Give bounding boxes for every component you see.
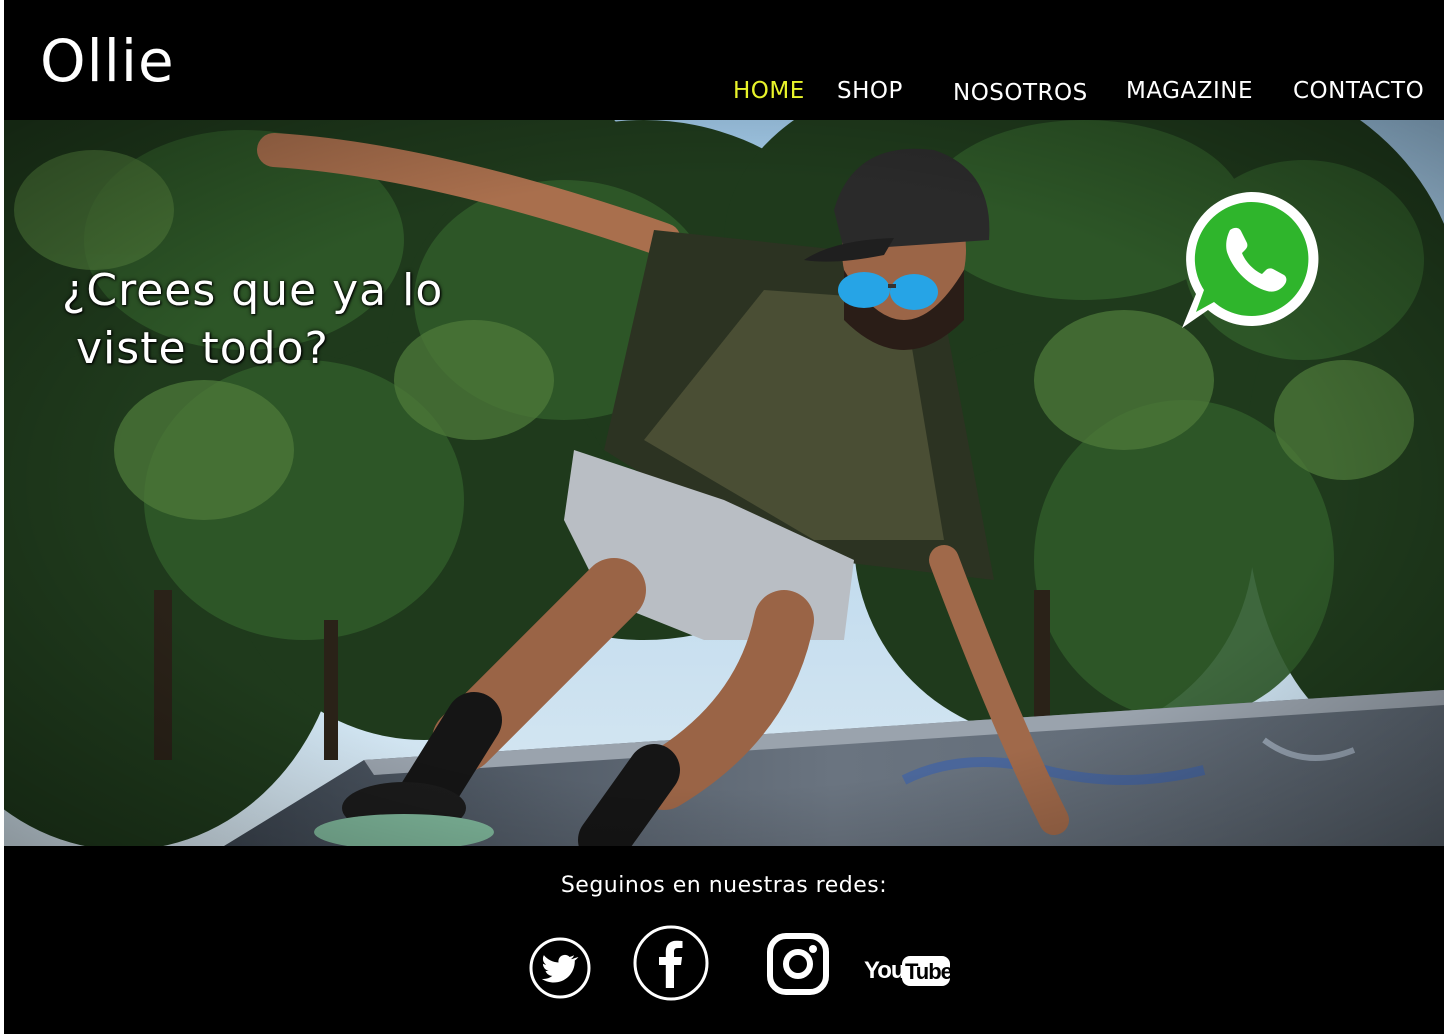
- hero-headline-line1: ¿Crees que ya lo: [62, 265, 444, 316]
- nav-nosotros[interactable]: NOSOTROS: [953, 78, 1088, 108]
- main-nav: HOME SHOP NOSOTROS MAGAZINE CONTACTO: [4, 0, 1444, 120]
- whatsapp-icon[interactable]: [1178, 186, 1324, 332]
- youtube-icon[interactable]: You Tube: [862, 950, 954, 995]
- header: Ollie HOME SHOP NOSOTROS MAGAZINE CONTAC…: [4, 0, 1444, 120]
- facebook-icon[interactable]: [632, 924, 710, 1007]
- hero-headline-line2: viste todo?: [76, 323, 329, 374]
- nav-magazine[interactable]: MAGAZINE: [1126, 76, 1253, 106]
- footer: Seguinos en nuestras redes: You Tube: [4, 846, 1444, 1034]
- youtube-label-you: You: [864, 957, 905, 984]
- twitter-icon[interactable]: [528, 936, 592, 1005]
- hero-section: ¿Crees que ya lo viste todo?: [4, 120, 1444, 846]
- hero-headline: ¿Crees que ya lo viste todo?: [62, 262, 482, 378]
- youtube-label-tube: Tube: [905, 959, 953, 984]
- follow-us-text: Seguinos en nuestras redes:: [560, 873, 888, 898]
- page: Ollie HOME SHOP NOSOTROS MAGAZINE CONTAC…: [4, 0, 1444, 1034]
- nav-home[interactable]: HOME: [733, 76, 805, 106]
- instagram-icon[interactable]: [766, 932, 830, 1001]
- nav-shop[interactable]: SHOP: [837, 76, 903, 106]
- nav-contacto[interactable]: CONTACTO: [1293, 76, 1424, 106]
